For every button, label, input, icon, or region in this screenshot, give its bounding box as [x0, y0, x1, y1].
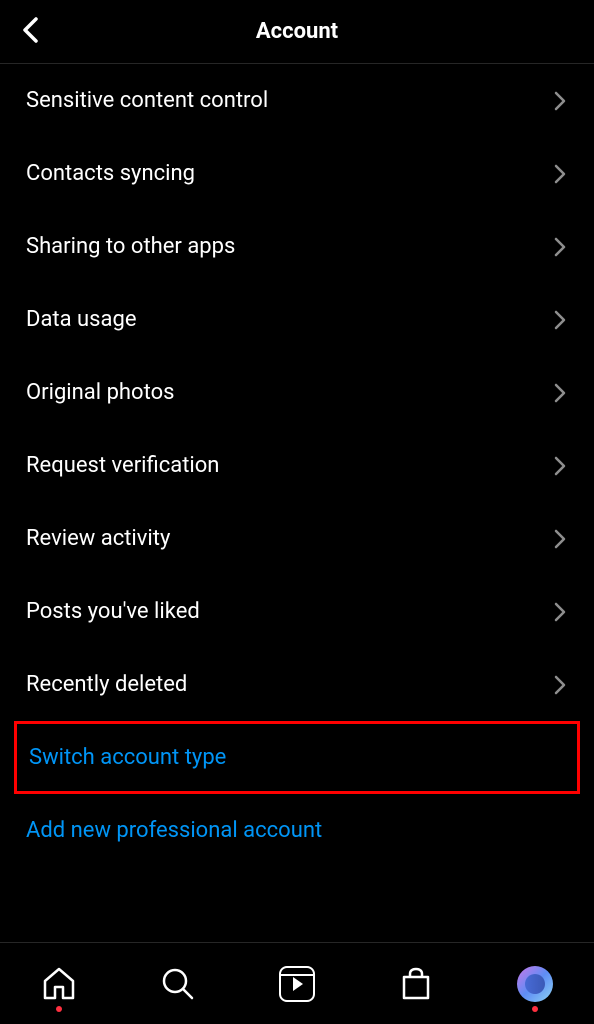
add-professional-account-item[interactable]: Add new professional account: [0, 794, 594, 867]
page-title: Account: [256, 19, 338, 44]
chevron-right-icon: [552, 454, 568, 478]
shop-nav-item[interactable]: [398, 966, 434, 1002]
chevron-right-icon: [552, 308, 568, 332]
settings-item-label: Review activity: [26, 526, 170, 551]
settings-item-label: Sharing to other apps: [26, 234, 235, 259]
request-verification-item[interactable]: Request verification: [0, 429, 594, 502]
chevron-right-icon: [552, 235, 568, 259]
profile-icon: [517, 966, 553, 1002]
posts-youve-liked-item[interactable]: Posts you've liked: [0, 575, 594, 648]
search-icon: [160, 966, 196, 1002]
profile-nav-item[interactable]: [517, 966, 553, 1002]
chevron-right-icon: [552, 162, 568, 186]
switch-account-type-item[interactable]: Switch account type: [14, 721, 580, 794]
header: Account: [0, 0, 594, 64]
review-activity-item[interactable]: Review activity: [0, 502, 594, 575]
chevron-right-icon: [552, 673, 568, 697]
search-nav-item[interactable]: [160, 966, 196, 1002]
home-icon: [41, 966, 77, 1002]
settings-item-label: Data usage: [26, 307, 137, 332]
chevron-right-icon: [552, 600, 568, 624]
bottom-navigation: [0, 942, 594, 1024]
chevron-right-icon: [552, 89, 568, 113]
home-nav-item[interactable]: [41, 966, 77, 1002]
notification-dot: [532, 1006, 538, 1012]
recently-deleted-item[interactable]: Recently deleted: [0, 648, 594, 721]
sharing-to-other-apps-item[interactable]: Sharing to other apps: [0, 210, 594, 283]
settings-item-label: Contacts syncing: [26, 161, 195, 186]
shop-icon: [398, 966, 434, 1002]
chevron-right-icon: [552, 381, 568, 405]
original-photos-item[interactable]: Original photos: [0, 356, 594, 429]
notification-dot: [56, 1006, 62, 1012]
back-button[interactable]: [20, 15, 42, 49]
settings-list: Sensitive content control Contacts synci…: [0, 64, 594, 867]
settings-item-label: Original photos: [26, 380, 174, 405]
settings-item-label: Posts you've liked: [26, 599, 200, 624]
action-item-label: Switch account type: [29, 745, 226, 770]
chevron-left-icon: [20, 15, 42, 45]
reels-icon: [279, 966, 315, 1002]
settings-item-label: Recently deleted: [26, 672, 187, 697]
settings-item-label: Sensitive content control: [26, 88, 268, 113]
sensitive-content-control-item[interactable]: Sensitive content control: [0, 64, 594, 137]
chevron-right-icon: [552, 527, 568, 551]
data-usage-item[interactable]: Data usage: [0, 283, 594, 356]
reels-nav-item[interactable]: [279, 966, 315, 1002]
contacts-syncing-item[interactable]: Contacts syncing: [0, 137, 594, 210]
action-item-label: Add new professional account: [26, 818, 322, 843]
settings-item-label: Request verification: [26, 453, 219, 478]
